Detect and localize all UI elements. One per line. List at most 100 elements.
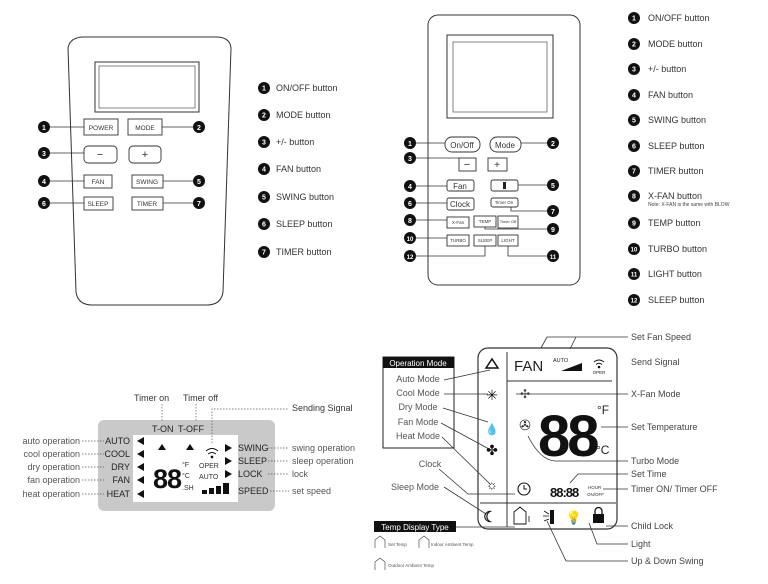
dry-mode-icon: 💧 [485, 423, 499, 436]
svg-text:3: 3 [408, 156, 412, 163]
function-description: set speed [292, 486, 331, 496]
lcd-mode-label: FAN [112, 475, 130, 485]
svg-text:On/Off: On/Off [450, 141, 474, 150]
temp-button[interactable]: TEMP [473, 215, 497, 228]
function-description: swing operation [292, 443, 355, 453]
svg-text:MODE: MODE [135, 125, 155, 132]
power-button[interactable]: POWER [83, 118, 119, 136]
lcd-display-2: Operation Mode Auto Mode Cool Mode Dry Mod… [374, 332, 718, 570]
svg-text:LIGHT: LIGHT [501, 238, 515, 243]
time-digits: 88:88 [550, 485, 579, 500]
list-badge-number: 4 [632, 93, 636, 100]
badge-r2-9: 9 [547, 223, 559, 235]
clock-button[interactable]: Clock [446, 197, 475, 211]
swing-button[interactable]: SWING [131, 174, 164, 189]
sleep-button-2[interactable]: SLEEP [473, 234, 497, 247]
function-description: lock [292, 469, 309, 479]
badge-r2-10: 10 [404, 232, 416, 244]
badge-6: 6 [38, 197, 50, 209]
deg-f: °F [182, 461, 189, 469]
light-button[interactable]: LIGHT [497, 234, 519, 247]
svg-text:−: − [464, 159, 470, 171]
plus-button-2[interactable]: + [487, 157, 508, 172]
legend-set-temp: Set Temp [388, 542, 407, 547]
remote-2: On/Off Mode − + Fan Clock Timer On X-Fan… [404, 14, 581, 286]
list-item-label: X-FAN button [648, 191, 702, 201]
callout-label: Turbo Mode [631, 456, 679, 466]
mode-button-2[interactable]: Mode [489, 136, 522, 153]
list-item-label: SWING button [648, 115, 706, 125]
list-item-label: MODE button [648, 39, 703, 49]
fan-mode-icon: ✤ [486, 442, 498, 458]
callout-label: Send Signal [631, 357, 680, 367]
mode-description: auto operation [22, 436, 80, 446]
lcd-function-label: LOCK [238, 469, 263, 479]
legend-outdoor: Outdoor Ambient Temp [388, 563, 434, 568]
function-description: sleep operation [292, 456, 354, 466]
onoff-button[interactable]: On/Off [444, 136, 481, 153]
badge-r2-6: 6 [404, 197, 416, 209]
plus-button[interactable]: + [128, 145, 162, 164]
list-badge-number: 12 [631, 299, 638, 305]
svg-text:12: 12 [407, 255, 414, 261]
mode-button[interactable]: MODE [127, 118, 163, 136]
list-item-label: ON/OFF button [276, 83, 338, 93]
swing-button-2[interactable] [490, 179, 519, 192]
badge-7: 7 [193, 197, 205, 209]
svg-text:+: + [142, 149, 148, 161]
svg-text:SLEEP: SLEEP [88, 201, 109, 208]
list-badge-number: 6 [262, 222, 266, 229]
set-temp-digits: 88 [538, 404, 598, 469]
svg-text:2: 2 [197, 125, 201, 132]
badge-r2-5: 5 [547, 179, 559, 191]
svg-text:X-Fan: X-Fan [452, 220, 465, 225]
badge-4: 4 [38, 175, 50, 187]
timer-button[interactable]: TIMER [131, 196, 164, 211]
xfan-button[interactable]: X-Fan [446, 216, 470, 229]
fan-button[interactable]: FAN [83, 174, 113, 189]
lcd-function-label: SLEEP [238, 456, 267, 466]
clock-label: Clock [419, 459, 442, 469]
list-item-note: Note: X-FAN is the same with BLOW [648, 202, 730, 208]
list-badge-number: 7 [632, 169, 636, 176]
temp-display-type-heading: Temp Display Type [381, 523, 449, 532]
operation-mode-heading: Operation Mode [389, 359, 447, 368]
badge-r2-2: 2 [547, 137, 559, 149]
list-badge-number: 5 [632, 118, 636, 125]
timer-off-button[interactable]: Timer Off [497, 215, 519, 229]
fan-button-2[interactable]: Fan [446, 179, 475, 192]
manual-diagram: POWER MODE − + FAN SWING SLEEP TIMER 1 2… [22, 12, 730, 570]
svg-text:Clock: Clock [450, 200, 471, 209]
turbo-button[interactable]: TURBO [446, 234, 470, 247]
svg-text:11: 11 [550, 255, 557, 261]
list-item-label: SWING button [276, 192, 334, 202]
minus-button-2[interactable]: − [458, 157, 477, 172]
t-off-label: T-OFF [178, 424, 204, 434]
svg-text:1: 1 [408, 141, 412, 148]
sh-label: .SH [182, 485, 194, 492]
list-badge-number: 3 [632, 67, 636, 74]
hour-label: HOUR [588, 485, 602, 490]
auto-fan-label: AUTO [553, 358, 569, 364]
list-item-label: TIMER button [276, 247, 332, 257]
t-on-label: T-ON [152, 424, 174, 434]
sleep-mode-icon: ☾ [483, 509, 496, 526]
callout-label: Set Temperature [631, 422, 697, 432]
remote-1: POWER MODE − + FAN SWING SLEEP TIMER 1 2… [38, 36, 232, 306]
list-badge-number: 4 [262, 167, 266, 174]
sleep-button[interactable]: SLEEP [83, 196, 114, 211]
list-item-label: LIGHT button [648, 269, 702, 279]
badge-r2-12: 12 [404, 250, 416, 262]
badge-r2-8: 8 [404, 214, 416, 226]
list-item-label: +/- button [648, 64, 686, 74]
timer-on-button[interactable]: Timer On [490, 197, 519, 208]
svg-text:7: 7 [551, 209, 555, 216]
button-legend-1: 1 ON/OFF button 2 MODE button 3 +/- button 4 FA… [258, 82, 338, 258]
lcd-mode-label: COOL [104, 449, 130, 459]
callout-label: Child Lock [631, 521, 674, 531]
callout-label: Light [631, 539, 651, 549]
deg-c-2: °C [596, 443, 610, 457]
minus-button[interactable]: − [83, 145, 118, 164]
badge-r2-4: 4 [404, 180, 416, 192]
oper-label: OPER [199, 463, 219, 470]
